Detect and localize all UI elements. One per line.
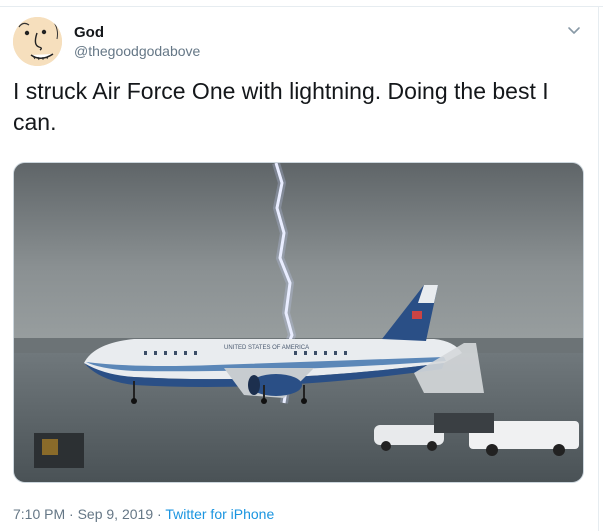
tweet-text: I struck Air Force One with lightning. D… <box>13 78 549 135</box>
author-handle[interactable]: @thegoodgodabove <box>74 43 200 59</box>
tweet-photo[interactable]: UNITED STATES OF AMERICA <box>13 162 584 483</box>
chevron-down-icon[interactable] <box>566 24 582 38</box>
tweet-time[interactable]: 7:10 PM <box>13 506 65 522</box>
lightning-airplane-photo: UNITED STATES OF AMERICA <box>14 163 583 482</box>
avatar[interactable] <box>13 17 62 66</box>
author-display-name[interactable]: God <box>74 24 104 41</box>
meta-separator: · <box>69 506 74 522</box>
cartoon-face-avatar-icon <box>13 17 62 66</box>
airplane-markings: UNITED STATES OF AMERICA <box>224 345 309 351</box>
tweet-right-border <box>598 6 599 531</box>
tweet-date[interactable]: Sep 9, 2019 <box>78 506 154 522</box>
meta-separator-2: · <box>157 506 162 522</box>
tweet-top-border <box>0 6 603 7</box>
tweet-meta: 7:10 PM · Sep 9, 2019 · Twitter for iPho… <box>13 506 274 522</box>
tweet-source-link[interactable]: Twitter for iPhone <box>165 506 274 522</box>
